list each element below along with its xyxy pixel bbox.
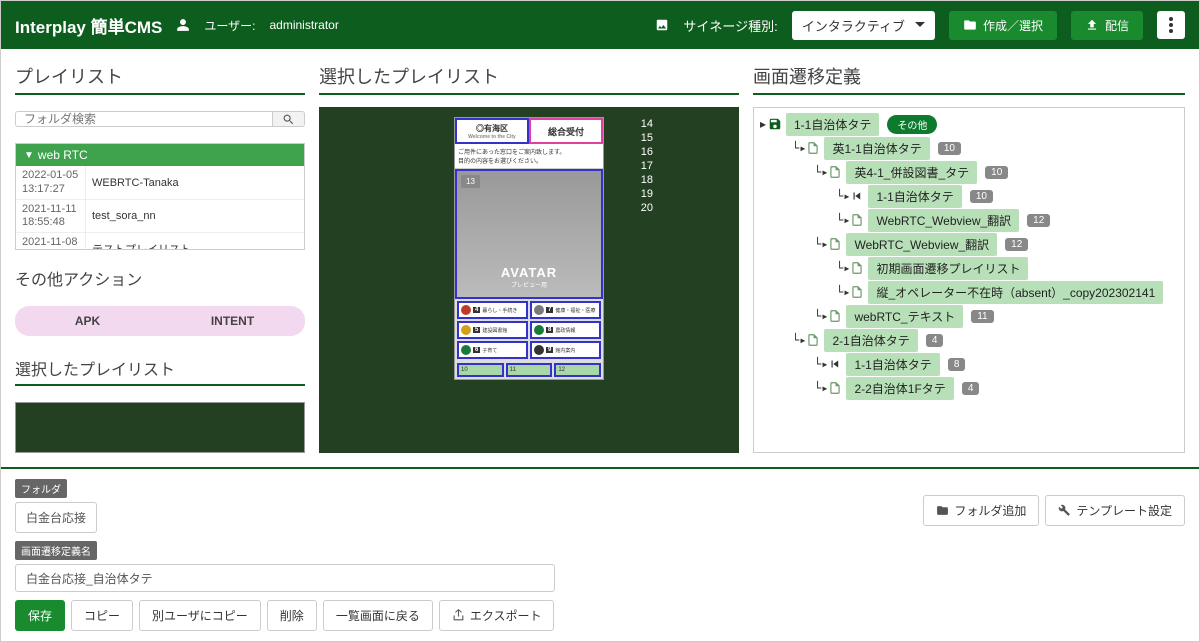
apk-button[interactable]: APK — [15, 306, 160, 336]
image-icon — [655, 18, 669, 32]
playlist-folder-header[interactable]: web RTC — [16, 144, 304, 166]
tree-node[interactable]: └▸ WebRTC_Webview_翻訳12 — [758, 232, 1180, 256]
back-to-list-button[interactable]: 一覧画面に戻る — [323, 600, 433, 631]
signage-logo: ◎有海区Welcome to the City — [455, 118, 529, 144]
signage-type-select[interactable]: インタラクティブ — [792, 11, 935, 40]
selected-playlist-title: 選択したプレイリスト — [15, 356, 305, 386]
dots-vertical-icon — [1169, 17, 1173, 33]
preview-canvas: ◎有海区Welcome to the City 総合受付 ご用件にあった窓口をご… — [319, 107, 739, 453]
add-folder-button[interactable]: フォルダ追加 — [923, 495, 1039, 526]
folder-search-input[interactable] — [16, 112, 272, 126]
signage-foot-cell: 11 — [506, 363, 553, 377]
tree-node[interactable]: └▸ 1-1自治体タテ10 — [758, 184, 1180, 208]
signage-cell: 8 農政情報 — [530, 321, 601, 339]
tree-node[interactable]: └▸ 縦_オペレーター不在時（absent）_copy202302141 — [758, 280, 1180, 304]
tree-node[interactable]: ▸1-1自治体タテその他 — [758, 112, 1180, 136]
folder-open-icon — [936, 504, 949, 517]
menu-button[interactable] — [1157, 11, 1185, 39]
signage-avatar: 13 AVATAR プレビュー用 — [455, 169, 603, 299]
save-button[interactable]: 保存 — [15, 600, 65, 631]
folder-label: フォルダ — [15, 479, 67, 498]
export-button[interactable]: エクスポート — [439, 600, 555, 631]
signage-cell: 7 健康・福祉・医療 — [530, 301, 601, 319]
tree-node[interactable]: └▸ WebRTC_Webview_翻訳12 — [758, 208, 1180, 232]
playlist-item[interactable]: 2021-11-0815:39:19テストプレイリスト — [16, 233, 304, 250]
tree-node[interactable]: └▸ 2-2自治体1Fタテ4 — [758, 376, 1180, 400]
signage-preview: ◎有海区Welcome to the City 総合受付 ご用件にあった窓口をご… — [454, 117, 604, 380]
delete-button[interactable]: 削除 — [267, 600, 317, 631]
signage-cell: 6 子育て — [457, 341, 528, 359]
user-icon — [176, 18, 190, 32]
header: Interplay 簡単CMS ユーザー: administrator サイネー… — [1, 1, 1199, 49]
signage-message: ご用件にあった窓口をご案内致します。目的の内容をお選びください。 — [455, 144, 603, 169]
tree-node[interactable]: └▸ webRTC_テキスト11 — [758, 304, 1180, 328]
signage-cell: 9 館内案内 — [530, 341, 601, 359]
def-name-input[interactable] — [15, 564, 555, 592]
playlist-list[interactable]: web RTC 2022-01-0513:17:27WEBRTC-Tanaka2… — [15, 143, 305, 250]
publish-button[interactable]: 配信 — [1071, 11, 1143, 40]
tree-node[interactable]: └▸ 英1-1自治体タテ10 — [758, 136, 1180, 160]
signage-type-label: サイネージ種別: — [683, 16, 777, 35]
signage-cell: 4 暮らし・手続き — [457, 301, 528, 319]
template-settings-button[interactable]: テンプレート設定 — [1045, 495, 1185, 526]
def-name-label: 画面遷移定義名 — [15, 541, 97, 560]
search-icon — [282, 113, 295, 126]
playlist-item[interactable]: 2022-01-0513:17:27WEBRTC-Tanaka — [16, 166, 304, 199]
signage-foot-cell: 12 — [554, 363, 601, 377]
tree-node[interactable]: └▸ 1-1自治体タテ8 — [758, 352, 1180, 376]
playlist-title: プレイリスト — [15, 63, 305, 95]
copy-button[interactable]: コピー — [71, 600, 133, 631]
tree-node[interactable]: └▸ 英4-1_併設図書_タテ10 — [758, 160, 1180, 184]
intent-button[interactable]: INTENT — [160, 306, 305, 336]
folder-icon — [963, 18, 977, 32]
region-numbers: 14151617181920 — [635, 117, 659, 215]
folder-select[interactable]: 白金台応接 — [15, 502, 97, 533]
tree-node[interactable]: └▸ 初期画面遷移プレイリスト — [758, 256, 1180, 280]
wrench-icon — [1058, 504, 1071, 517]
export-icon — [452, 609, 465, 622]
mid-title: 選択したプレイリスト — [319, 63, 739, 95]
playlist-item[interactable]: 2021-11-1118:55:48test_sora_nn — [16, 200, 304, 233]
search-button[interactable] — [272, 112, 304, 126]
tree-node[interactable]: └▸ 2-1自治体タテ4 — [758, 328, 1180, 352]
other-actions-title: その他アクション — [15, 266, 305, 290]
transition-tree[interactable]: ▸1-1自治体タテその他└▸ 英1-1自治体タテ10└▸ 英4-1_併設図書_タ… — [753, 107, 1185, 453]
create-select-button[interactable]: 作成／選択 — [949, 11, 1057, 40]
selected-playlist-preview — [15, 402, 305, 453]
app-logo: Interplay 簡単CMS — [15, 13, 162, 38]
signage-cell: 5 建設図書館 — [457, 321, 528, 339]
upload-icon — [1085, 18, 1099, 32]
signage-reception: 総合受付 — [529, 118, 603, 144]
user-name: administrator — [269, 18, 338, 32]
copy-other-user-button[interactable]: 別ユーザにコピー — [139, 600, 261, 631]
transition-def-title: 画面遷移定義 — [753, 63, 1185, 95]
user-label: ユーザー: — [204, 17, 255, 34]
signage-foot-cell: 10 — [457, 363, 504, 377]
avatar-badge: 13 — [461, 175, 480, 188]
